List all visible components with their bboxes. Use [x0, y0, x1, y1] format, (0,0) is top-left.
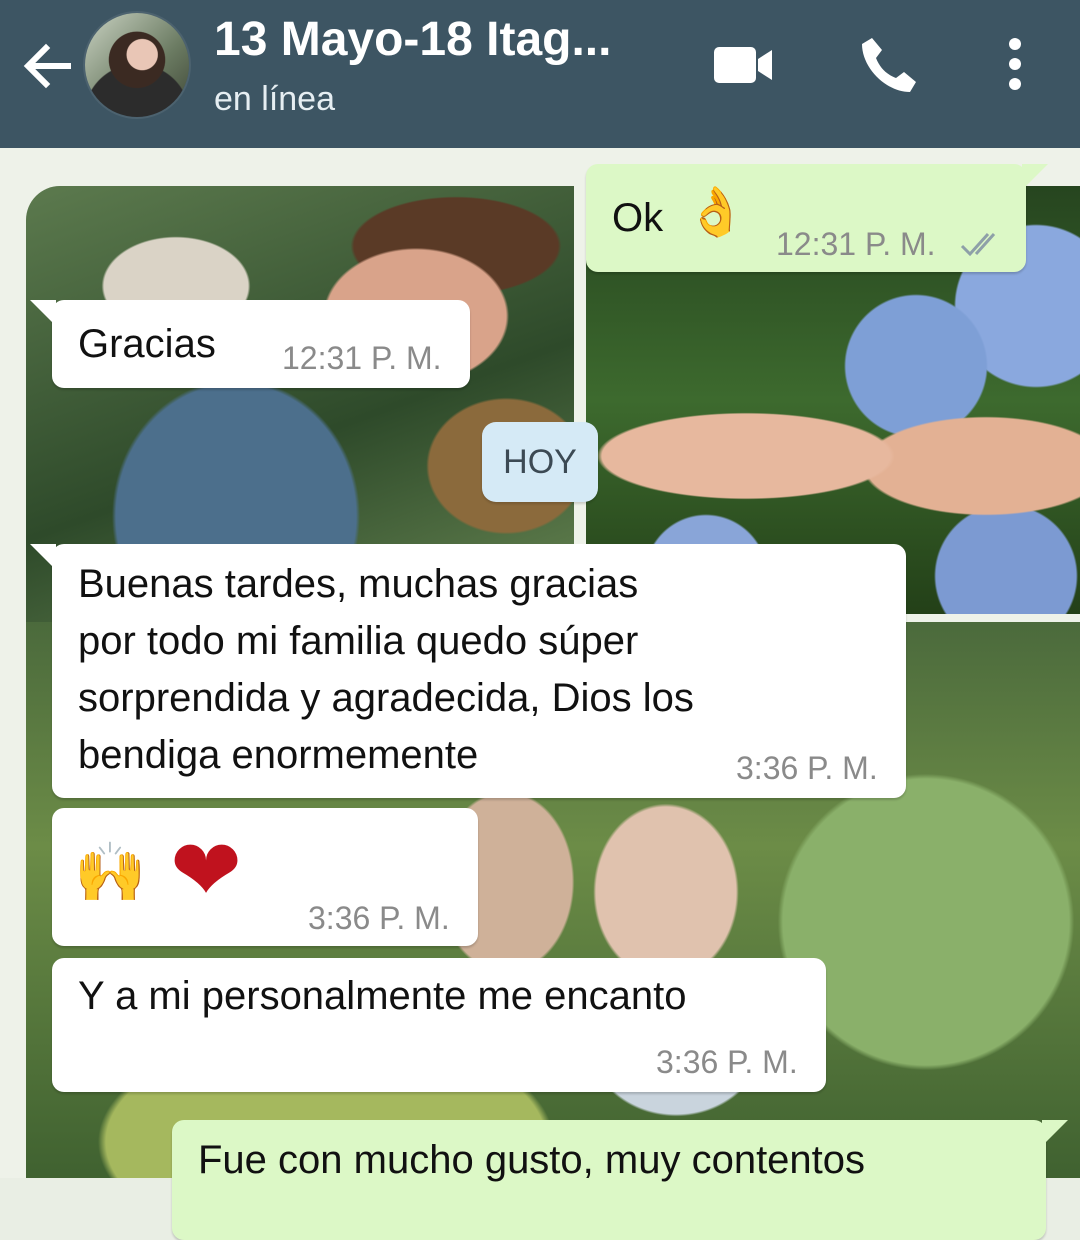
more-options-button[interactable] — [980, 30, 1050, 100]
message-outgoing[interactable]: Ok 👌 12:31 P. M. — [586, 164, 1048, 272]
raised-hands-emoji: 🙌 — [74, 840, 147, 905]
message-time: 12:31 P. M. — [282, 340, 442, 376]
chat-header: 13 Mayo-18 Itag... en línea — [0, 0, 1080, 148]
date-divider: HOY — [482, 422, 598, 502]
more-options-icon — [1009, 38, 1021, 90]
back-arrow-icon — [23, 43, 71, 89]
video-call-icon — [714, 47, 772, 83]
double-check-icon — [960, 232, 996, 257]
contact-name[interactable]: 13 Mayo-18 Itag... — [214, 12, 611, 67]
back-button[interactable] — [18, 36, 78, 96]
message-incoming[interactable]: Gracias 12:31 P. M. — [30, 300, 470, 388]
contact-avatar[interactable] — [85, 13, 189, 117]
ok-hand-emoji: 👌 — [686, 186, 746, 239]
message-text: Fue con mucho gusto, muy contentos — [198, 1138, 866, 1182]
message-line: por todo mi familia quedo súper — [78, 619, 639, 663]
message-time: 12:31 P. M. — [776, 226, 936, 262]
voice-call-button[interactable] — [852, 30, 922, 100]
message-incoming[interactable]: Buenas tardes, muchas gracias por todo m… — [30, 544, 906, 798]
red-heart-emoji: ❤ — [170, 823, 243, 919]
message-time: 3:36 P. M. — [656, 1044, 798, 1080]
message-line: sorprendida y agradecida, Dios los — [78, 676, 694, 720]
phone-icon — [862, 38, 916, 92]
message-incoming[interactable]: 🙌 ❤ 3:36 P. M. — [52, 808, 478, 946]
message-text: Gracias — [78, 322, 216, 366]
message-outgoing[interactable]: Fue con mucho gusto, muy contentos — [172, 1120, 1068, 1240]
message-time: 3:36 P. M. — [736, 750, 878, 786]
message-incoming[interactable]: Y a mi personalmente me encanto 3:36 P. … — [52, 958, 826, 1092]
message-time: 3:36 P. M. — [308, 900, 450, 936]
message-text: Y a mi personalmente me encanto — [78, 974, 687, 1018]
message-line: Buenas tardes, muchas gracias — [78, 562, 639, 606]
video-call-button[interactable] — [708, 30, 778, 100]
contact-status: en línea — [214, 80, 335, 118]
message-line: bendiga enormemente — [78, 733, 479, 777]
message-text: Ok — [612, 196, 664, 240]
